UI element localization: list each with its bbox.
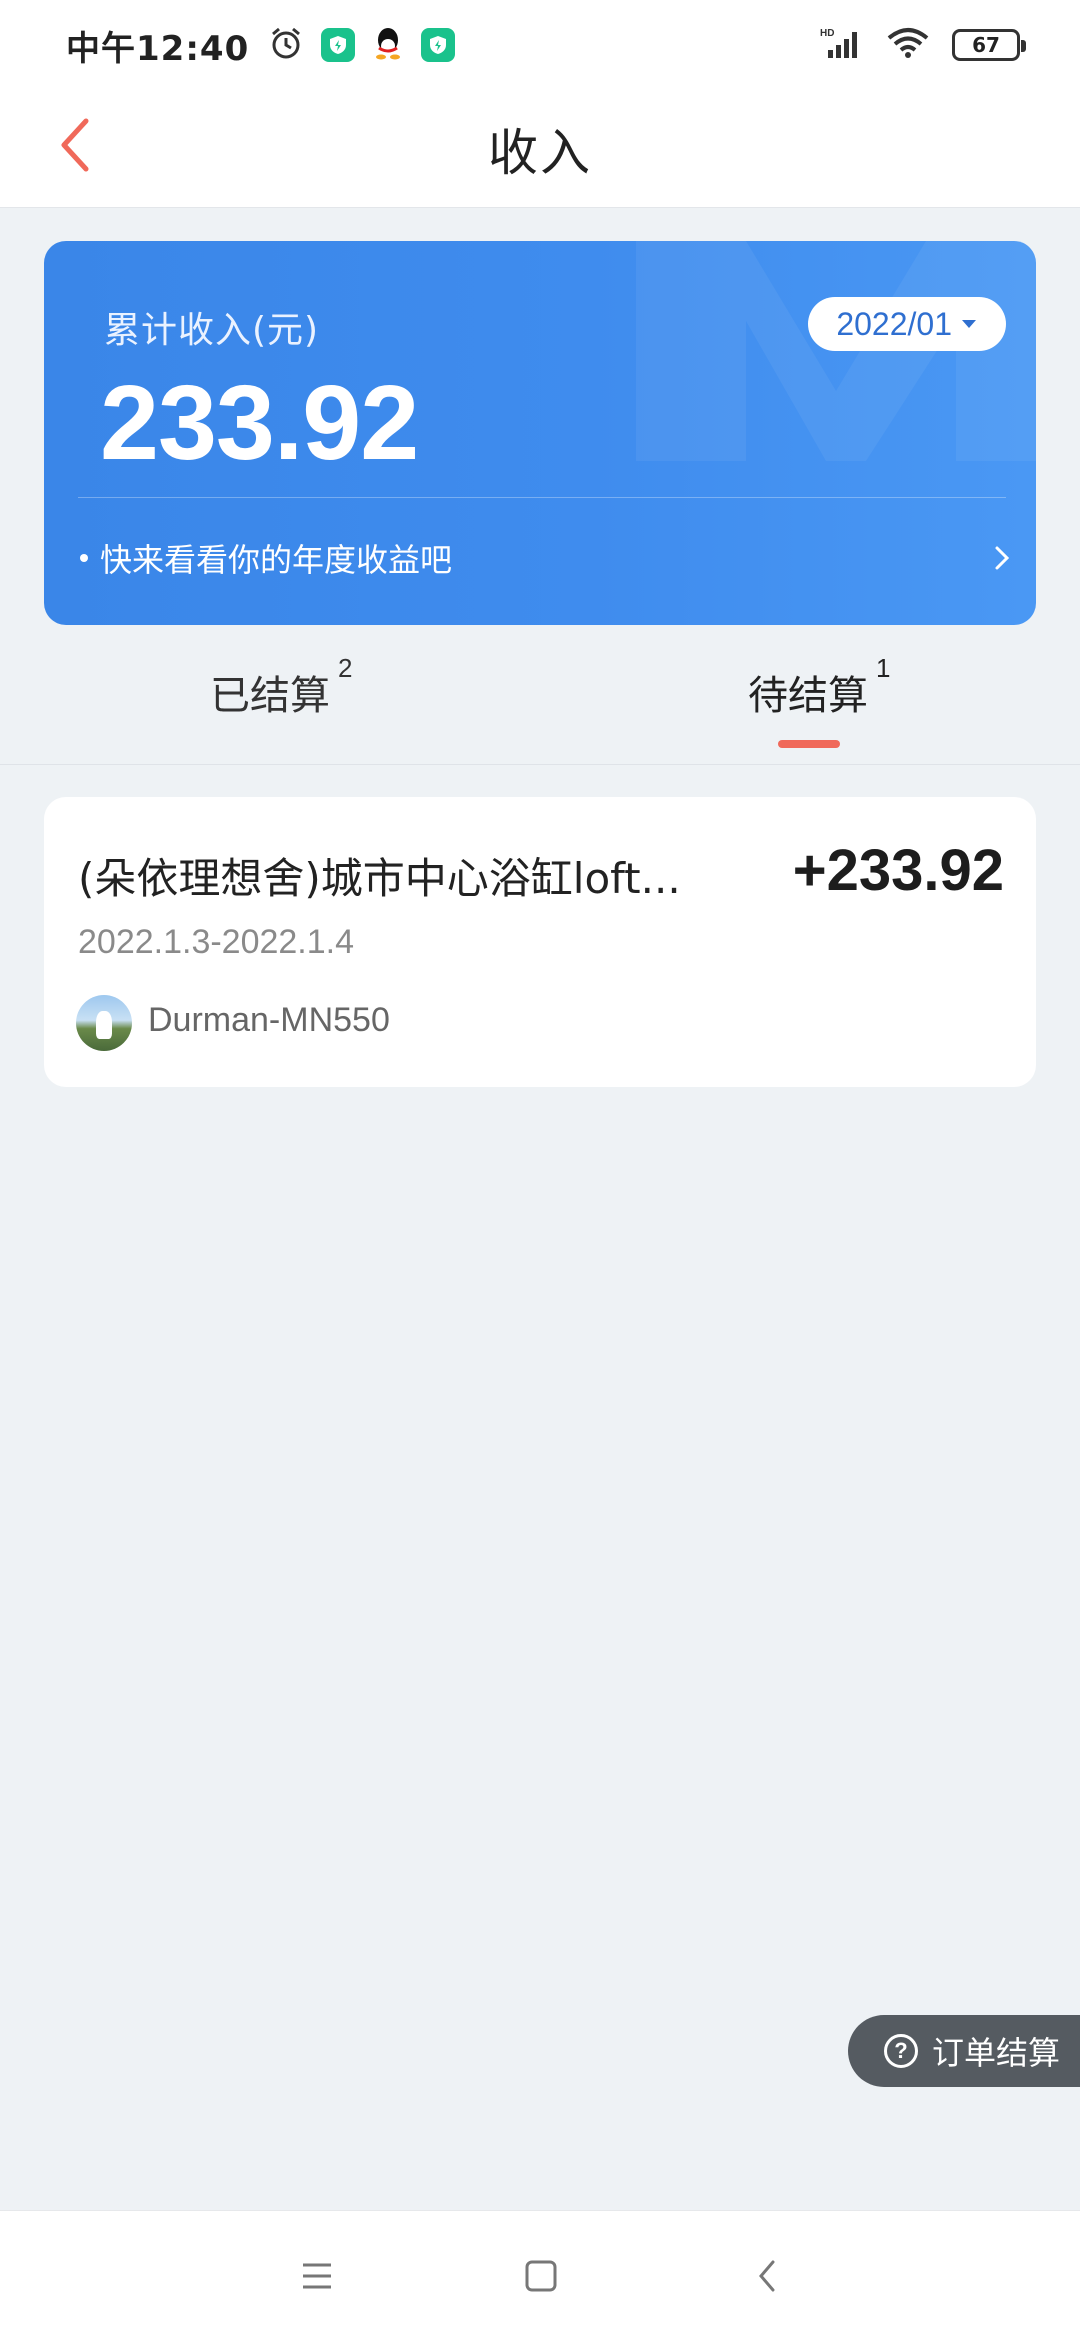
- help-label: 订单结算: [932, 2034, 1061, 2072]
- caret-down-icon: [962, 320, 976, 328]
- back-button[interactable]: [40, 110, 110, 180]
- order-card[interactable]: (朵依理想舍)城市中心浴缸loft... +233.92 2022.1.3-20…: [44, 797, 1036, 1087]
- menu-button[interactable]: [292, 2251, 342, 2301]
- square-icon: [525, 2260, 557, 2292]
- order-dates: 2022.1.3-2022.1.4: [78, 923, 355, 961]
- home-button[interactable]: [516, 2251, 566, 2301]
- host-avatar: [76, 995, 132, 1051]
- bullet-dot-icon: [80, 554, 88, 562]
- question-circle-icon: ?: [884, 2034, 918, 2068]
- chevron-left-icon: [61, 118, 89, 172]
- tab-pending[interactable]: 待结算 1: [748, 653, 890, 721]
- annual-earnings-link[interactable]: 快来看看你的年度收益吧: [80, 521, 1010, 595]
- tab-count: 2: [338, 653, 353, 683]
- order-title: (朵依理想舍)城市中心浴缸loft...: [78, 854, 681, 903]
- system-nav-bar: [0, 2210, 1080, 2340]
- page-title: 收入: [488, 123, 592, 182]
- card-divider: [78, 497, 1006, 498]
- wifi-icon: [886, 26, 930, 64]
- battery-icon: 67: [952, 29, 1026, 61]
- cumulative-income-label: 累计收入(元): [104, 310, 320, 351]
- signal-icon: HD: [820, 26, 864, 64]
- system-back-button[interactable]: [742, 2251, 792, 2301]
- host-name: Durman-MN550: [148, 1001, 390, 1039]
- shield-app-icon: [421, 28, 456, 62]
- tab-settled[interactable]: 已结算 2: [210, 653, 352, 721]
- chevron-right-icon: [995, 546, 1010, 570]
- alarm-icon: [269, 26, 303, 64]
- active-tab-indicator: [778, 740, 840, 748]
- qq-icon: [373, 26, 403, 64]
- menu-icon: [303, 2263, 331, 2289]
- status-icons-left: [269, 26, 456, 64]
- tab-label: 已结算: [210, 673, 330, 719]
- order-settlement-help-button[interactable]: ? 订单结算: [848, 2015, 1080, 2087]
- tab-label: 待结算: [748, 673, 868, 719]
- svg-text:HD: HD: [820, 28, 834, 39]
- status-bar: 中午12:40 HD 67: [0, 0, 1080, 90]
- watermark-logo-icon: [636, 241, 1036, 461]
- status-icons-right: HD 67: [820, 26, 1026, 64]
- annual-earnings-text: 快来看看你的年度收益吧: [100, 541, 453, 579]
- back-arrow-icon: [759, 2260, 775, 2292]
- status-time: 中午12:40: [66, 28, 250, 69]
- settlement-tabs: 已结算 2 待结算 1: [0, 625, 1080, 765]
- shield-app-icon: [321, 28, 356, 62]
- order-amount: +233.92: [792, 838, 1004, 903]
- month-value: 2022/01: [836, 305, 952, 342]
- income-summary-card: 累计收入(元) 233.92 2022/01 快来看看你的年度收益吧: [44, 241, 1036, 625]
- cumulative-income-amount: 233.92: [100, 364, 419, 482]
- month-selector[interactable]: 2022/01: [808, 297, 1006, 351]
- tab-count: 1: [876, 653, 891, 683]
- nav-bar: 收入: [0, 90, 1080, 208]
